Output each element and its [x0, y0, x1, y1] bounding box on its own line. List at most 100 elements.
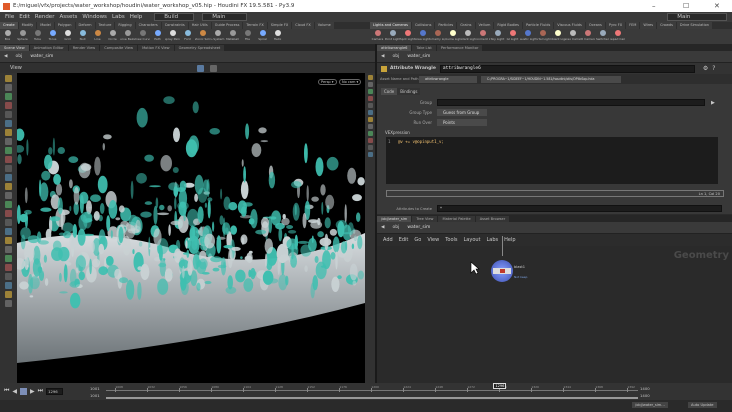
tool-draw-curve[interactable]: Draw Curve: [135, 29, 150, 44]
path-obj[interactable]: obj: [392, 225, 399, 230]
shelf-tab-collisions[interactable]: Collisions: [411, 22, 435, 29]
back-arrow-icon[interactable]: ◀: [381, 54, 384, 59]
viewport-tool-icon[interactable]: [5, 192, 12, 199]
shelf-tab-cloud-fx[interactable]: Cloud FX: [292, 22, 314, 29]
viewport-tool-icon[interactable]: [367, 117, 373, 122]
range-slider[interactable]: [106, 397, 638, 399]
viewport-tool-icon[interactable]: [5, 156, 12, 163]
update-path[interactable]: /obj/water_sim...: [632, 402, 668, 408]
tab-performance-monitor[interactable]: Performance Monitor: [436, 44, 483, 51]
jump-end-icon[interactable]: ⏭: [38, 387, 43, 395]
tool-platonic-solids[interactable]: Platonic Solids: [195, 29, 210, 44]
tool-geometry-light[interactable]: Geometry Light: [430, 29, 445, 44]
network-editor[interactable]: Geometry blast1 Not keep: [377, 236, 732, 383]
display-icon[interactable]: [209, 64, 217, 72]
tool-portal-light[interactable]: Portal Light: [535, 29, 550, 44]
path-obj[interactable]: obj: [15, 54, 22, 59]
tool-spot-light[interactable]: Spot Light: [400, 29, 415, 44]
gear-icon[interactable]: ⚙: [703, 65, 708, 72]
persp-menu[interactable]: Persp ▾: [318, 79, 337, 85]
shelf-tab-modify[interactable]: Modify: [18, 22, 37, 29]
shelf-tab-rigging[interactable]: Rigging: [115, 22, 135, 29]
viewport-tool-icon[interactable]: [5, 228, 12, 235]
vex-code-editor[interactable]: 1 @v += v@opinput1_v;: [386, 137, 718, 184]
tool-area-light[interactable]: Area Light: [415, 29, 430, 44]
play-icon[interactable]: ▶: [30, 388, 35, 395]
tool-file[interactable]: File: [240, 29, 255, 44]
viewport-tool-icon[interactable]: [5, 120, 12, 127]
viewport-tool-icon[interactable]: [367, 145, 373, 150]
blast-node[interactable]: [491, 260, 513, 282]
shelf-tab-volume[interactable]: Volume: [314, 22, 334, 29]
shelf-tab-deform[interactable]: Deform: [75, 22, 95, 29]
current-frame-field[interactable]: 1296: [46, 387, 64, 395]
viewport-tool-icon[interactable]: [5, 165, 12, 172]
tool-metaball[interactable]: Metaball: [225, 29, 240, 44]
tool-box[interactable]: Box: [0, 29, 15, 44]
start-frame[interactable]: 1001: [90, 386, 100, 391]
tool-spray-paint[interactable]: Spray Paint: [165, 29, 180, 44]
tool-l-system[interactable]: L-System: [210, 29, 225, 44]
tool-switcher[interactable]: Switcher: [595, 29, 610, 44]
stop-button[interactable]: [20, 387, 28, 395]
tool-environment-light[interactable]: Environment Light: [475, 29, 490, 44]
camera-menu[interactable]: No cam ▾: [339, 79, 362, 85]
tab-asset-browser[interactable]: Asset Browser: [475, 215, 510, 222]
group-field[interactable]: [437, 99, 705, 106]
network-menu-add[interactable]: Add: [383, 237, 393, 243]
tool-path[interactable]: Path: [150, 29, 165, 44]
jump-start-icon[interactable]: ⏮: [4, 387, 9, 395]
tool-circle[interactable]: Circle: [105, 29, 120, 44]
tab-bindings[interactable]: Bindings: [397, 88, 421, 95]
snap-icon[interactable]: [196, 64, 204, 72]
viewport-tool-icon[interactable]: [5, 102, 12, 109]
tool-spiral[interactable]: Spiral: [255, 29, 270, 44]
tool-line[interactable]: Line: [90, 29, 105, 44]
menu-labs[interactable]: Labs: [112, 14, 125, 20]
viewport-tool-icon[interactable]: [367, 103, 373, 108]
asset-path-select[interactable]: C:/PROGRA~1/SIDEEF~1/HOUDIN~1.581/houdin…: [481, 75, 621, 83]
network-menu-edit[interactable]: Edit: [399, 237, 409, 243]
tool-torus[interactable]: Torus: [45, 29, 60, 44]
shelf-tab-terrain-fx[interactable]: Terrain FX: [243, 22, 267, 29]
viewport-tool-icon[interactable]: [5, 138, 12, 145]
tab--obj-water-sim[interactable]: /obj/water_sim: [377, 215, 412, 222]
menu-windows[interactable]: Windows: [82, 14, 107, 20]
viewport-tool-icon[interactable]: [5, 291, 12, 298]
shelf-tab-rigid-bodies[interactable]: Rigid Bodies: [494, 22, 523, 29]
tool-caustic-light[interactable]: Caustic Light: [520, 29, 535, 44]
viewport-tool-icon[interactable]: [5, 174, 12, 181]
network-menu-help[interactable]: Help: [504, 237, 515, 243]
viewport-tool-icon[interactable]: [5, 183, 12, 190]
path-water-sim[interactable]: water_sim: [30, 54, 53, 59]
close-button[interactable]: ✕: [714, 2, 720, 10]
viewport-tool-icon[interactable]: [367, 96, 373, 101]
viewport-tool-icon[interactable]: [367, 138, 373, 143]
back-arrow-icon[interactable]: ◀: [4, 54, 7, 59]
tool-gamepad-camera[interactable]: Gamepad Camera: [610, 29, 625, 44]
viewport-tool-icon[interactable]: [5, 210, 12, 217]
path-water-sim[interactable]: water_sim: [407, 54, 430, 59]
viewport-tool-icon[interactable]: [367, 124, 373, 129]
shelf-tab-hair-utils[interactable]: Hair Utils: [188, 22, 211, 29]
shelf-tab-lights-and-cameras[interactable]: Lights and Cameras: [370, 22, 411, 29]
attributes-create-field[interactable]: *: [437, 205, 722, 212]
end-frame-2[interactable]: 1400: [640, 393, 650, 398]
menu-file[interactable]: File: [5, 14, 14, 20]
tool-grid[interactable]: Grid: [60, 29, 75, 44]
path-obj[interactable]: obj: [392, 54, 399, 59]
tool-sky-light[interactable]: Sky Light: [490, 29, 505, 44]
tool-point-light[interactable]: Point Light: [385, 29, 400, 44]
menu-help[interactable]: Help: [130, 14, 143, 20]
shelf-tab-particle-fluids[interactable]: Particle Fluids: [523, 22, 554, 29]
minimize-button[interactable]: –: [652, 2, 656, 10]
viewport-tool-icon[interactable]: [5, 273, 12, 280]
tab-composite-view[interactable]: Composite View: [100, 44, 138, 51]
viewport-tool-icon[interactable]: [367, 152, 373, 157]
shelf-tab-constraints[interactable]: Constraints: [161, 22, 188, 29]
shelf-tab-simple-fx[interactable]: Simple FX: [267, 22, 292, 29]
shelf-tab-vellum[interactable]: Vellum: [475, 22, 494, 29]
shelf-tab-create[interactable]: Create: [0, 22, 18, 29]
shelf-tab-drive-simulation[interactable]: Drive Simulation: [676, 22, 713, 29]
viewport-tool-icon[interactable]: [5, 282, 12, 289]
